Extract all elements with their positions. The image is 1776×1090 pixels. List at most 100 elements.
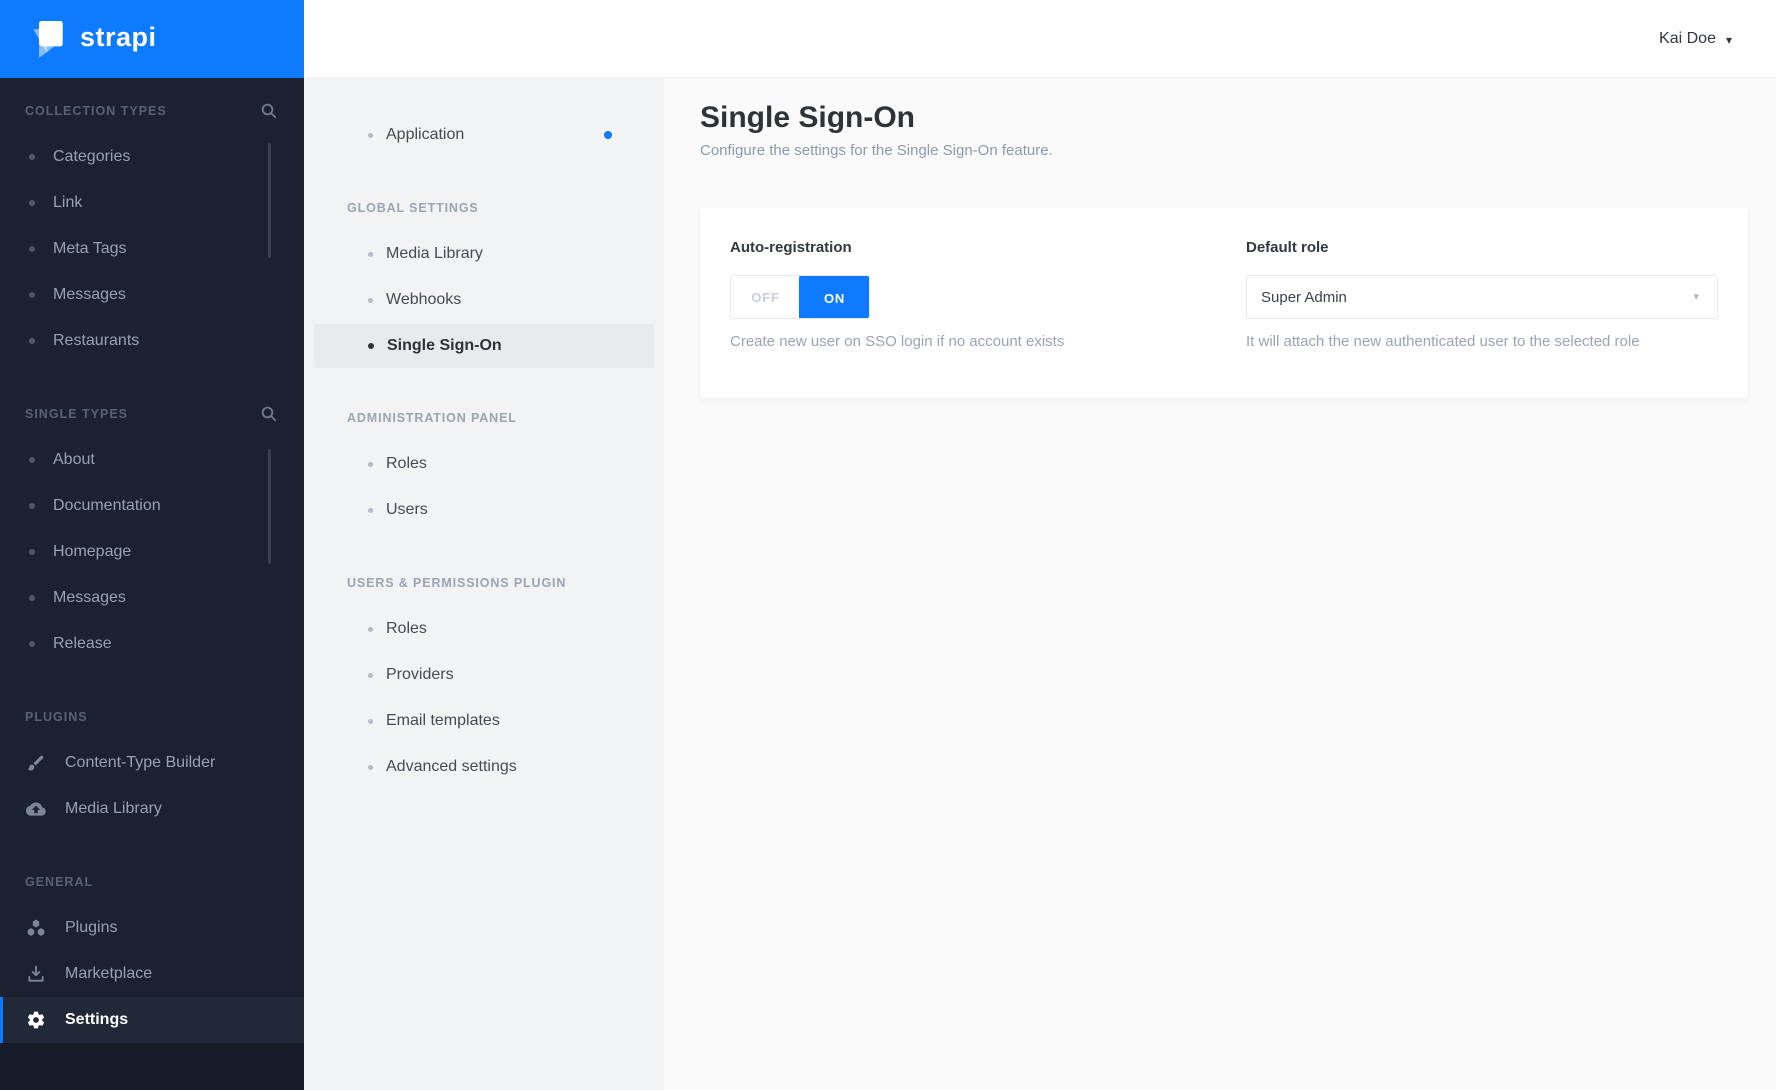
settings-nav-label: Email templates [386, 712, 500, 729]
sidebar-item-about[interactable]: About [0, 437, 304, 483]
settings-nav-item-providers[interactable]: Providers [304, 652, 664, 698]
scrollbar-thumb[interactable] [268, 449, 271, 564]
sidebar-item-settings[interactable]: Settings [0, 997, 304, 1043]
settings-nav-item-roles-admin[interactable]: Roles [304, 441, 664, 487]
toggle-off-button[interactable]: OFF [731, 276, 800, 318]
settings-nav-label: Users [386, 501, 428, 518]
settings-nav-item-users[interactable]: Users [304, 487, 664, 533]
settings-section-label: USERS & PERMISSIONS PLUGIN [347, 576, 567, 590]
sidebar-item-messages[interactable]: Messages [0, 272, 304, 318]
brand-name: strapi [80, 21, 157, 52]
user-menu[interactable]: Kai Doe ▾ [1659, 30, 1732, 48]
bullet-icon [368, 764, 373, 770]
bullet-icon [368, 626, 373, 632]
sidebar-item-messages-single[interactable]: Messages [0, 575, 304, 621]
download-icon [26, 964, 46, 984]
bullet-icon [368, 461, 373, 467]
caret-down-icon: ▾ [1693, 290, 1699, 303]
app-root: strapi COLLECTION TYPES Categories Link … [0, 0, 1776, 1090]
sso-settings-card: Auto-registration OFF ON Create new user… [700, 208, 1748, 398]
section-header-label: COLLECTION TYPES [25, 104, 167, 118]
section-header-single-types: SINGLE TYPES [0, 391, 304, 437]
section-header-general: GENERAL [0, 859, 304, 905]
settings-nav-item-single-sign-on[interactable]: Single Sign-On [314, 324, 654, 368]
settings-nav-label: Roles [386, 455, 427, 472]
nav-section-collection-types: COLLECTION TYPES Categories Link Meta Ta… [0, 88, 304, 364]
main-pane: Single Sign-On Configure the settings fo… [664, 78, 1776, 1090]
auto-registration-toggle[interactable]: OFF ON [730, 275, 870, 319]
settings-nav-label: Webhooks [386, 291, 462, 308]
default-role-value: Super Admin [1261, 288, 1347, 306]
settings-nav-item-roles-up[interactable]: Roles [304, 606, 664, 652]
settings-nav-item-media-library[interactable]: Media Library [304, 231, 664, 277]
sidebar-item-label: Documentation [53, 497, 161, 514]
default-role-select[interactable]: Super Admin ▾ [1246, 275, 1718, 319]
nav-section-single-types: SINGLE TYPES About Documentation Homepag… [0, 391, 304, 667]
auto-registration-help: Create new user on SSO login if no accou… [730, 333, 1065, 350]
bullet-icon [29, 549, 35, 555]
strapi-logo-icon [33, 21, 63, 58]
settings-nav-label: Providers [386, 666, 454, 683]
sidebar-item-link[interactable]: Link [0, 180, 304, 226]
sidebar-item-label: Categories [53, 148, 131, 165]
default-role-help: It will attach the new authenticated use… [1246, 333, 1640, 350]
cloud-upload-icon [26, 799, 46, 819]
right-region: Kai Doe ▾ Application GLOBAL SETTINGS Me… [304, 0, 1776, 1090]
settings-nav-item-webhooks[interactable]: Webhooks [304, 277, 664, 323]
sidebar-item-label: Release [53, 635, 112, 652]
settings-section-global: GLOBAL SETTINGS [304, 185, 664, 231]
toggle-on-button[interactable]: ON [799, 276, 869, 318]
notification-dot [604, 131, 612, 139]
sidebar-item-label: Messages [53, 286, 126, 303]
sidebar-item-plugins[interactable]: Plugins [0, 905, 304, 951]
bullet-icon [368, 343, 374, 349]
user-name: Kai Doe [1659, 29, 1716, 47]
sidebar-item-label: Link [53, 194, 83, 211]
sidebar-item-label: Messages [53, 589, 126, 606]
sidebar-item-label: Plugins [65, 919, 118, 936]
settings-nav-label: Single Sign-On [387, 337, 502, 354]
section-header-label: PLUGINS [25, 710, 88, 724]
plugin-cubes-icon [26, 918, 46, 938]
bullet-icon [368, 672, 373, 678]
settings-nav: Application GLOBAL SETTINGS Media Librar… [304, 78, 664, 1090]
paintbrush-icon [26, 753, 46, 773]
strapi-logo[interactable]: strapi [0, 0, 304, 78]
bullet-icon [29, 503, 35, 509]
sidebar-item-homepage[interactable]: Homepage [0, 529, 304, 575]
sidebar-item-categories[interactable]: Categories [0, 134, 304, 180]
scrollbar-thumb[interactable] [268, 143, 271, 258]
bullet-icon [29, 641, 35, 647]
sidebar-footer [0, 1043, 304, 1090]
auto-registration-field: Auto-registration OFF ON Create new user… [730, 238, 1202, 398]
sidebar-item-meta-tags[interactable]: Meta Tags [0, 226, 304, 272]
main-nav: COLLECTION TYPES Categories Link Meta Ta… [0, 78, 304, 1043]
section-header-label: GENERAL [25, 875, 94, 889]
bullet-icon [368, 297, 373, 303]
bullet-icon [368, 718, 373, 724]
sidebar-item-label: Content-Type Builder [65, 754, 216, 771]
sidebar-item-content-type-builder[interactable]: Content-Type Builder [0, 740, 304, 786]
caret-down-icon: ▾ [1725, 32, 1732, 47]
sidebar-item-media-library[interactable]: Media Library [0, 786, 304, 832]
settings-section-label: ADMINISTRATION PANEL [347, 411, 517, 425]
sidebar-item-release[interactable]: Release [0, 621, 304, 667]
nav-section-general: GENERAL Plugins Marketplace Settings [0, 859, 304, 1043]
auto-registration-label: Auto-registration [730, 239, 852, 256]
search-icon[interactable] [260, 102, 278, 120]
settings-nav-item-advanced-settings[interactable]: Advanced settings [304, 744, 664, 790]
settings-nav-item-application[interactable]: Application [304, 112, 664, 158]
settings-section-admin-panel: ADMINISTRATION PANEL [304, 395, 664, 441]
search-icon[interactable] [260, 405, 278, 423]
sidebar-item-documentation[interactable]: Documentation [0, 483, 304, 529]
default-role-field: Default role Super Admin ▾ It will attac… [1246, 238, 1718, 398]
section-header-collection-types: COLLECTION TYPES [0, 88, 304, 134]
settings-nav-label: Roles [386, 620, 427, 637]
settings-nav-item-email-templates[interactable]: Email templates [304, 698, 664, 744]
section-header-plugins: PLUGINS [0, 694, 304, 740]
sidebar-item-restaurants[interactable]: Restaurants [0, 318, 304, 364]
section-header-label: SINGLE TYPES [25, 407, 128, 421]
sidebar-item-marketplace[interactable]: Marketplace [0, 951, 304, 997]
settings-nav-label: Advanced settings [386, 758, 517, 775]
sidebar-item-label: Settings [65, 1011, 129, 1028]
